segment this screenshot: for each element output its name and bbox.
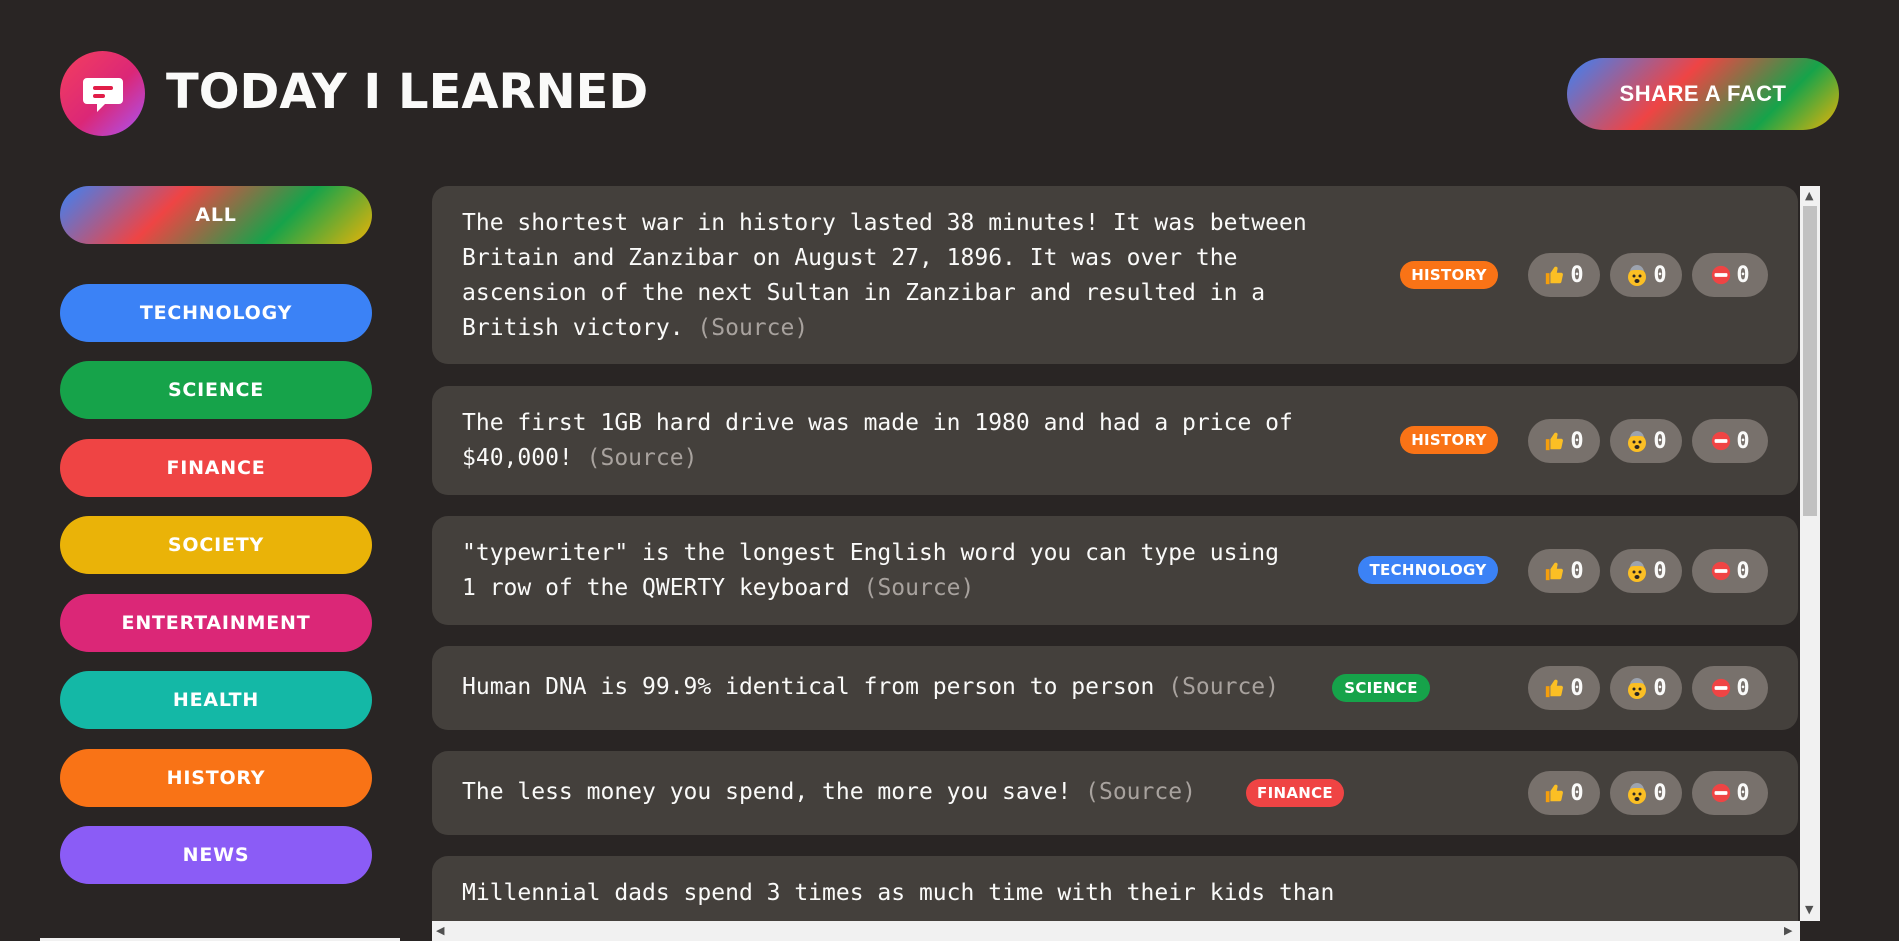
fact-item: The shortest war in history lasted 38 mi… [432,186,1798,364]
thumbs-up-icon [1544,430,1566,452]
fact-text: "typewriter" is the longest English word… [462,536,1279,606]
vote-buttons: 0 0 0 [1528,549,1768,593]
fact-list-container[interactable]: The shortest war in history lasted 38 mi… [432,186,1820,941]
category-button-news[interactable]: NEWS [60,826,372,884]
category-button-science[interactable]: SCIENCE [60,361,372,419]
category-button-history[interactable]: HISTORY [60,749,372,807]
fact-item: Millennial dads spend 3 times as much ti… [432,856,1798,921]
vote-interesting-button[interactable]: 0 [1528,253,1600,297]
category-tag: SCIENCE [1332,674,1430,702]
vote-false-button[interactable]: 0 [1692,419,1768,463]
vote-buttons: 0 0 0 [1528,253,1768,297]
vote-false-button[interactable]: 0 [1692,253,1768,297]
vote-false-button[interactable]: 0 [1692,771,1768,815]
scroll-left-icon[interactable]: ◀ [436,925,444,937]
fact-text-line: British victory. [462,315,684,341]
scroll-up-icon[interactable]: ▲ [1805,190,1813,202]
chat-bubble-icon [82,77,123,112]
fact-text-line: Human DNA is 99.9% identical from person… [462,674,1155,700]
vote-mindblowing-button[interactable]: 0 [1610,253,1682,297]
fact-item: The less money you spend, the more you s… [432,751,1798,835]
fact-text: The first 1GB hard drive was made in 198… [462,406,1293,476]
vote-interesting-button[interactable]: 0 [1528,549,1600,593]
mind-blown-icon [1625,429,1649,453]
fact-item: "typewriter" is the longest English word… [432,516,1798,625]
fact-text-line: ascension of the next Sultan in Zanzibar… [462,280,1266,306]
horizontal-scrollbar[interactable]: ◀ ▶ [432,921,1800,941]
vote-false-button[interactable]: 0 [1692,549,1768,593]
no-entry-icon [1710,560,1732,582]
vote-mindblowing-button[interactable]: 0 [1610,419,1682,463]
category-tag: HISTORY [1400,426,1498,454]
vote-interesting-button[interactable]: 0 [1528,771,1600,815]
vote-buttons: 0 0 0 [1528,419,1768,463]
fact-text: The less money you spend, the more you s… [462,775,1196,810]
fact-item: The first 1GB hard drive was made in 198… [432,386,1798,495]
app-title: TODAY I LEARNED [166,64,649,120]
mind-blown-icon [1625,676,1649,700]
fact-text-line: Britain and Zanzibar on August 27, 1896.… [462,245,1238,271]
category-button-entertainment[interactable]: ENTERTAINMENT [60,594,372,652]
fact-text-line: "typewriter" is the longest English word… [462,540,1279,566]
logo [60,51,145,136]
fact-text: The shortest war in history lasted 38 mi… [462,206,1307,346]
category-tag: FINANCE [1246,779,1344,807]
thumbs-up-icon [1544,782,1566,804]
source-link[interactable]: (Source) [697,315,808,341]
category-button-technology[interactable]: TECHNOLOGY [60,284,372,342]
fact-item: Human DNA is 99.9% identical from person… [432,646,1798,730]
thumbs-up-icon [1544,264,1566,286]
scroll-down-icon[interactable]: ▼ [1805,904,1813,916]
vote-buttons: 0 0 0 [1528,771,1768,815]
vote-buttons: 0 0 0 [1528,666,1768,710]
mind-blown-icon [1625,781,1649,805]
scroll-right-icon[interactable]: ▶ [1784,925,1792,937]
thumbs-up-icon [1544,677,1566,699]
vote-false-button[interactable]: 0 [1692,666,1768,710]
vote-mindblowing-button[interactable]: 0 [1610,549,1682,593]
header: TODAY I LEARNED SHARE A FACT [60,50,1839,140]
vote-interesting-button[interactable]: 0 [1528,419,1600,463]
category-tag: TECHNOLOGY [1358,556,1498,584]
no-entry-icon [1710,264,1732,286]
fact-text: Human DNA is 99.9% identical from person… [462,670,1279,705]
no-entry-icon [1710,430,1732,452]
vertical-scrollbar[interactable]: ▲ ▼ [1800,186,1820,921]
fact-text-line: Millennial dads spend 3 times as much ti… [462,880,1335,906]
fact-text-line: The shortest war in history lasted 38 mi… [462,210,1307,236]
share-fact-button[interactable]: SHARE A FACT [1567,58,1839,130]
vote-mindblowing-button[interactable]: 0 [1610,771,1682,815]
category-button-all[interactable]: ALL [60,186,372,244]
category-button-finance[interactable]: FINANCE [60,439,372,497]
source-link[interactable]: (Source) [587,445,698,471]
no-entry-icon [1710,677,1732,699]
fact-text-line: The first 1GB hard drive was made in 198… [462,410,1293,436]
thumbs-up-icon [1544,560,1566,582]
vote-interesting-button[interactable]: 0 [1528,666,1600,710]
fact-text: Millennial dads spend 3 times as much ti… [462,876,1334,911]
mind-blown-icon [1625,559,1649,583]
source-link[interactable]: (Source) [1168,674,1279,700]
source-link[interactable]: (Source) [1085,779,1196,805]
fact-text-line: $40,000! [462,445,573,471]
fact-list: The shortest war in history lasted 38 mi… [432,186,1800,921]
fact-text-line: The less money you spend, the more you s… [462,779,1072,805]
vote-mindblowing-button[interactable]: 0 [1610,666,1682,710]
source-link[interactable]: (Source) [864,575,975,601]
scrollbar-thumb[interactable] [1803,206,1817,516]
fact-text-line: 1 row of the QWERTY keyboard [462,575,850,601]
category-tag: HISTORY [1400,261,1498,289]
no-entry-icon [1710,782,1732,804]
category-button-health[interactable]: HEALTH [60,671,372,729]
category-button-society[interactable]: SOCIETY [60,516,372,574]
mind-blown-icon [1625,263,1649,287]
